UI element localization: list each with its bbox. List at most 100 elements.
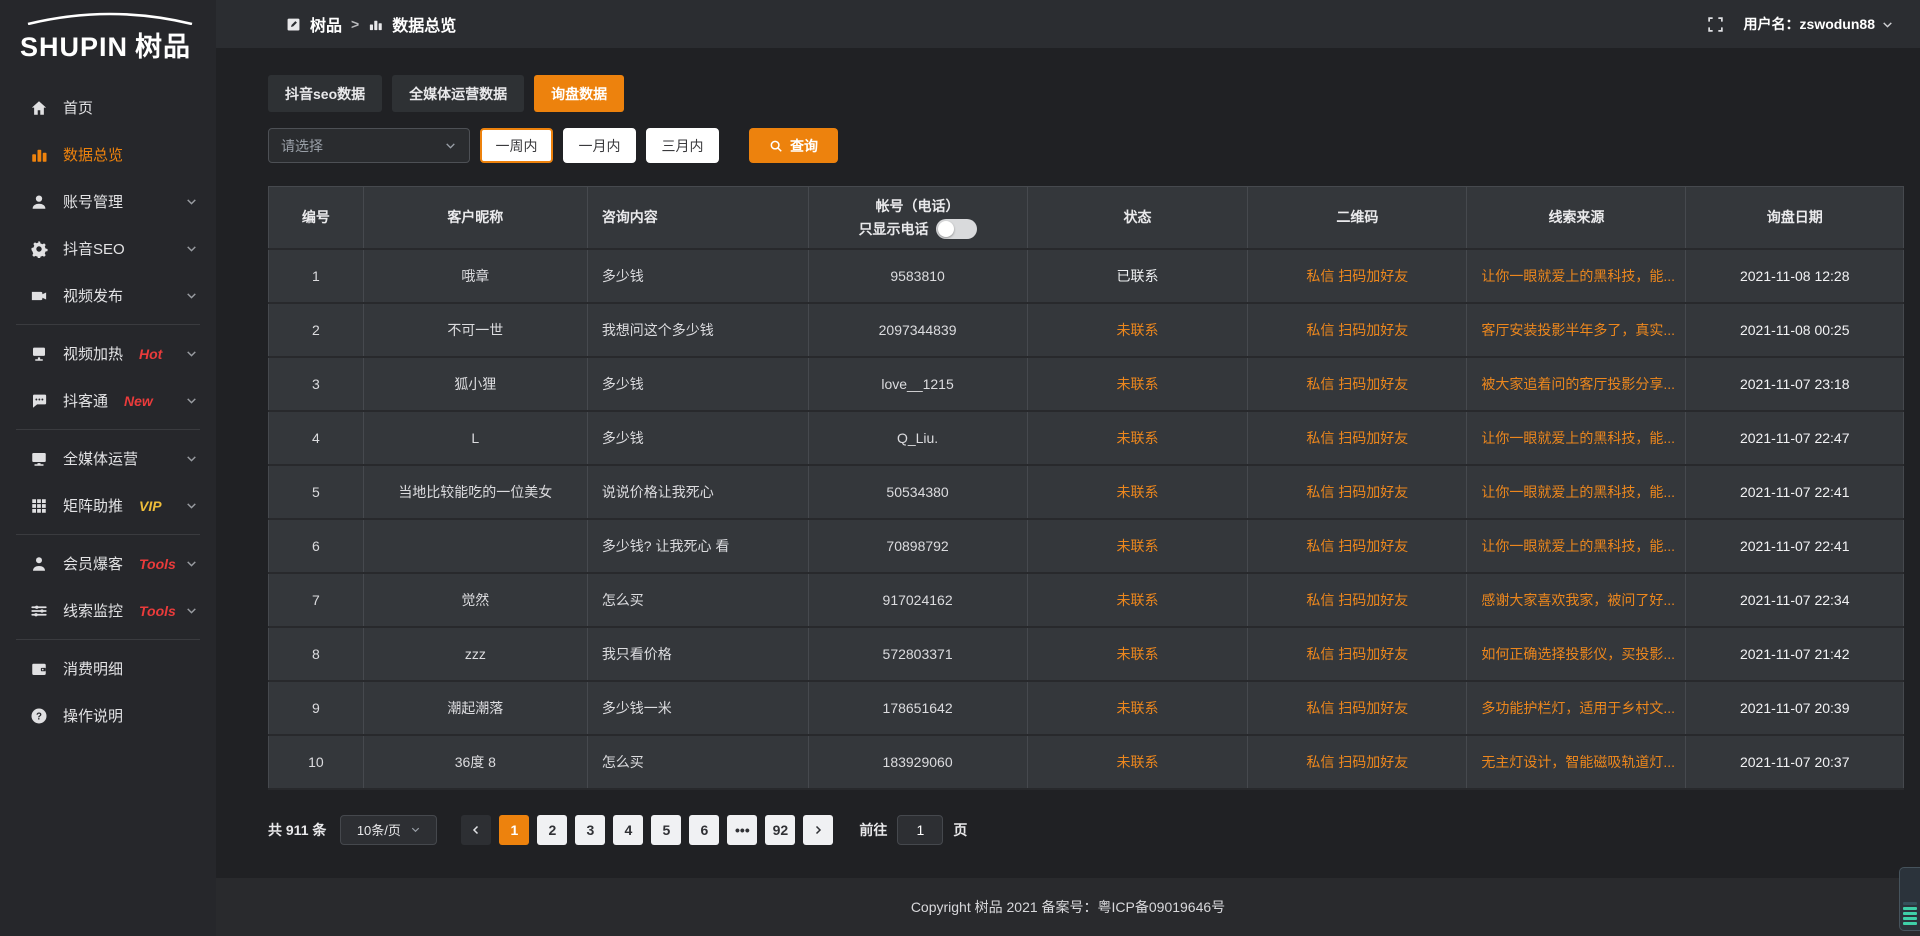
sidebar-item-video-heat[interactable]: 视频加热 Hot <box>0 330 216 377</box>
cell-qrcode-link[interactable]: 私信 扫码加好友 <box>1248 465 1467 519</box>
cell-nickname: 潮起潮落 <box>363 681 587 735</box>
cell-content: 多少钱 <box>587 249 808 303</box>
cell-status: 未联系 <box>1027 573 1248 627</box>
sidebar-item-member-burst[interactable]: 会员爆客 Tools <box>0 540 216 587</box>
fullscreen-icon[interactable] <box>1707 16 1724 33</box>
cell-date: 2021-11-07 22:47 <box>1686 411 1904 465</box>
user-menu[interactable]: 用户名：zswodun88 <box>1744 14 1894 34</box>
cell-content: 怎么买 <box>587 735 808 789</box>
cell-source-link[interactable]: 多功能护栏灯，适用于乡村文... <box>1467 681 1686 735</box>
cell-source-link[interactable]: 被大家追着问的客厅投影分享... <box>1467 357 1686 411</box>
goto-page-input[interactable] <box>897 815 943 845</box>
cell-source-link[interactable]: 让你一眼就爱上的黑科技，能... <box>1467 465 1686 519</box>
chevron-down-icon <box>185 242 198 255</box>
floating-widget[interactable] <box>1899 867 1920 931</box>
cell-qrcode-link[interactable]: 私信 扫码加好友 <box>1248 573 1467 627</box>
chat-icon <box>30 392 48 410</box>
cell-qrcode-link[interactable]: 私信 扫码加好友 <box>1248 357 1467 411</box>
breadcrumb-root[interactable]: 树品 <box>310 12 342 36</box>
cell-qrcode-link[interactable]: 私信 扫码加好友 <box>1248 519 1467 573</box>
filter-select-placeholder: 请选择 <box>281 136 323 156</box>
sidebar-item-matrix-boost[interactable]: 矩阵助推 VIP <box>0 482 216 529</box>
page-button-2[interactable]: 2 <box>537 815 567 845</box>
sidebar-item-media-ops[interactable]: 全媒体运营 <box>0 435 216 482</box>
goto-suffix: 页 <box>953 820 967 840</box>
search-button-label: 查询 <box>790 136 818 156</box>
username-label: 用户名：zswodun88 <box>1744 14 1875 34</box>
cell-source-link[interactable]: 让你一眼就爱上的黑科技，能... <box>1467 249 1686 303</box>
sidebar-item-home[interactable]: 首页 <box>0 84 216 131</box>
cell-id: 6 <box>269 519 364 573</box>
cell-qrcode-link[interactable]: 私信 扫码加好友 <box>1248 249 1467 303</box>
sidebar-item-spend-detail[interactable]: 消费明细 <box>0 645 216 692</box>
cell-qrcode-link[interactable]: 私信 扫码加好友 <box>1248 411 1467 465</box>
range-quarter-button[interactable]: 三月内 <box>646 128 719 163</box>
content: 抖音seo数据 全媒体运营数据 询盘数据 请选择 一周内 一月内 三月内 查询 <box>216 48 1920 878</box>
sidebar-item-video-publish[interactable]: 视频发布 <box>0 272 216 319</box>
sidebar-item-label: 线索监控 <box>63 600 123 621</box>
prev-page-button[interactable] <box>461 815 491 845</box>
phone-only-toggle[interactable] <box>936 219 977 239</box>
sidebar-item-douyin-seo[interactable]: 抖音SEO <box>0 225 216 272</box>
cell-status: 未联系 <box>1027 303 1248 357</box>
member-icon <box>30 555 48 573</box>
cell-content: 说说价格让我死心 <box>587 465 808 519</box>
cell-status: 未联系 <box>1027 519 1248 573</box>
chevron-down-icon <box>185 347 198 360</box>
page-button-92[interactable]: 92 <box>765 815 795 845</box>
next-page-button[interactable] <box>803 815 833 845</box>
cell-account: 9583810 <box>808 249 1027 303</box>
page-button-3[interactable]: 3 <box>575 815 605 845</box>
cell-qrcode-link[interactable]: 私信 扫码加好友 <box>1248 627 1467 681</box>
sidebar-item-account-mgmt[interactable]: 账号管理 <box>0 178 216 225</box>
range-month-button[interactable]: 一月内 <box>563 128 636 163</box>
sidebar-divider <box>16 639 200 640</box>
sidebar-item-lead-monitor[interactable]: 线索监控 Tools <box>0 587 216 634</box>
sidebar-item-help[interactable]: ? 操作说明 <box>0 692 216 739</box>
tab-media-ops-data[interactable]: 全媒体运营数据 <box>392 75 524 112</box>
cell-qrcode-link[interactable]: 私信 扫码加好友 <box>1248 303 1467 357</box>
cell-source-link[interactable]: 让你一眼就爱上的黑科技，能... <box>1467 519 1686 573</box>
toggle-knob <box>938 221 954 237</box>
page-button-5[interactable]: 5 <box>651 815 681 845</box>
search-button[interactable]: 查询 <box>749 128 838 163</box>
page-size-select[interactable]: 10条/页 <box>340 815 437 845</box>
home-icon <box>30 99 48 117</box>
sidebar-item-data-overview[interactable]: 数据总览 <box>0 131 216 178</box>
cell-date: 2021-11-07 21:42 <box>1686 627 1904 681</box>
wallet-icon <box>30 660 48 678</box>
cell-source-link[interactable]: 让你一眼就爱上的黑科技，能... <box>1467 411 1686 465</box>
tab-douyin-seo-data[interactable]: 抖音seo数据 <box>268 75 382 112</box>
cell-source-link[interactable]: 如何正确选择投影仪，买投影... <box>1467 627 1686 681</box>
breadcrumb-separator: > <box>351 16 359 32</box>
search-icon <box>769 139 783 153</box>
tab-inquiry-data[interactable]: 询盘数据 <box>534 75 624 112</box>
cell-source-link[interactable]: 客厅安装投影半年多了，真实... <box>1467 303 1686 357</box>
sidebar-item-label: 抖音SEO <box>63 238 125 259</box>
cell-source-link[interactable]: 无主灯设计，智能磁吸轨道灯... <box>1467 735 1686 789</box>
chevron-down-icon <box>185 604 198 617</box>
gear-icon <box>30 240 48 258</box>
cell-account: 183929060 <box>808 735 1027 789</box>
table-row: 7 觉然 怎么买 917024162 未联系 私信 扫码加好友 感谢大家喜欢我家… <box>269 573 1904 627</box>
range-week-button[interactable]: 一周内 <box>480 128 553 163</box>
cell-id: 9 <box>269 681 364 735</box>
page-button-1[interactable]: 1 <box>499 815 529 845</box>
page-button-4[interactable]: 4 <box>613 815 643 845</box>
chevron-down-icon <box>185 499 198 512</box>
filter-select[interactable]: 请选择 <box>268 128 470 163</box>
cell-date: 2021-11-07 23:18 <box>1686 357 1904 411</box>
hot-badge: Hot <box>139 346 162 362</box>
page-button-6[interactable]: 6 <box>689 815 719 845</box>
cell-qrcode-link[interactable]: 私信 扫码加好友 <box>1248 735 1467 789</box>
cell-qrcode-link[interactable]: 私信 扫码加好友 <box>1248 681 1467 735</box>
page-ellipsis-button[interactable]: ••• <box>727 815 757 845</box>
cell-account: 178651642 <box>808 681 1027 735</box>
cell-nickname: 当地比较能吃的一位美女 <box>363 465 587 519</box>
cell-date: 2021-11-07 22:41 <box>1686 465 1904 519</box>
sidebar-item-doukettong[interactable]: 抖客通 New <box>0 377 216 424</box>
table-row: 10 36度 8 怎么买 183929060 未联系 私信 扫码加好友 无主灯设… <box>269 735 1904 789</box>
tools-badge: Tools <box>139 556 176 572</box>
goto-label: 前往 <box>859 820 887 840</box>
cell-source-link[interactable]: 感谢大家喜欢我家，被问了好... <box>1467 573 1686 627</box>
